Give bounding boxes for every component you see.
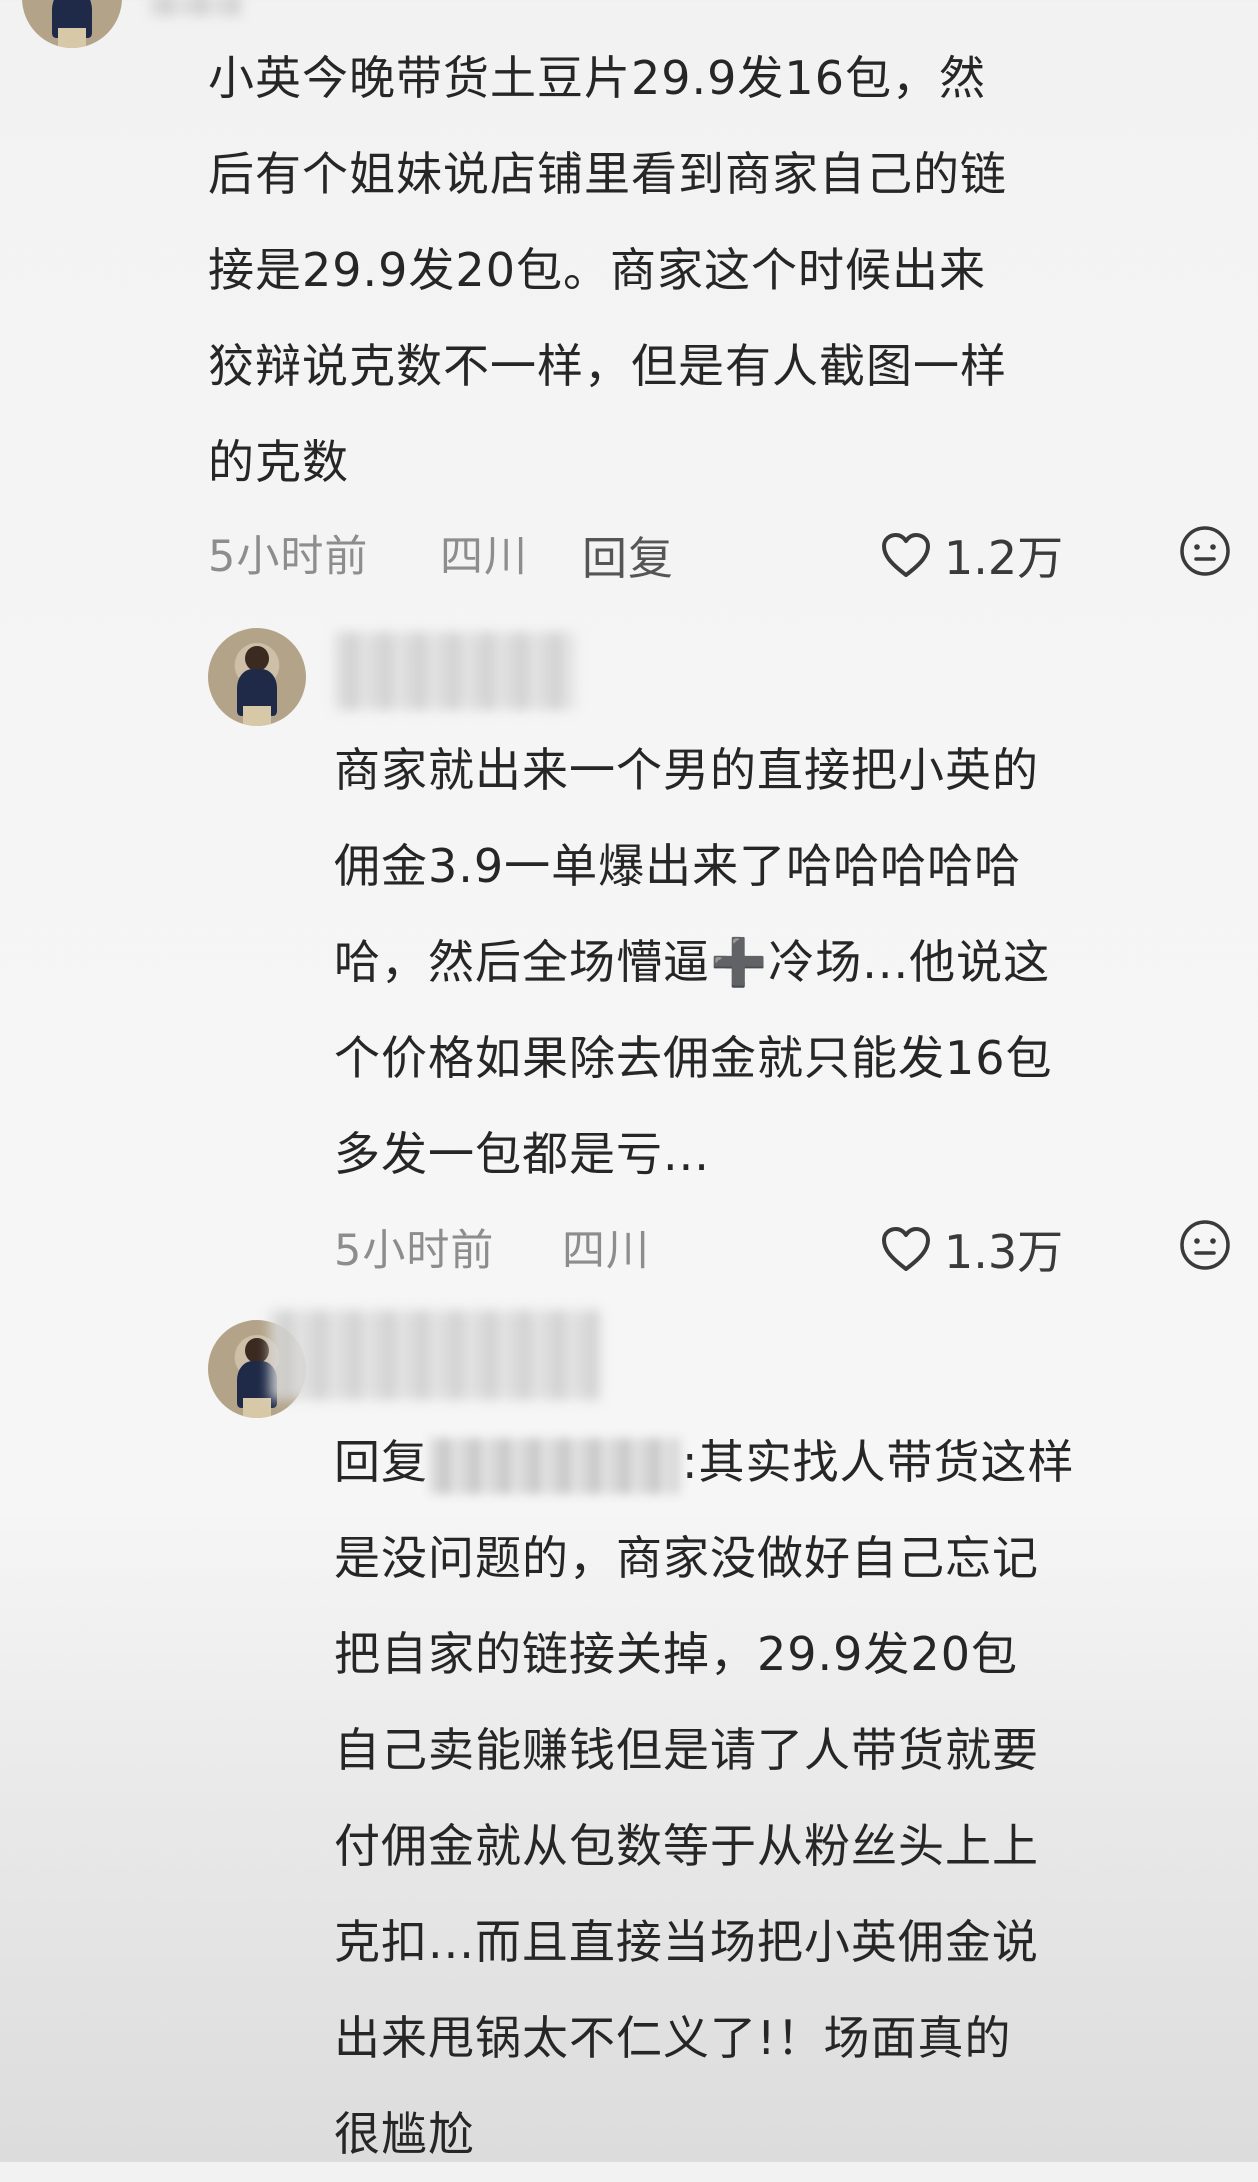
comment-location: 四川: [562, 1226, 650, 1276]
comment-text: 回复 :其实找人带货这样 是没问题的，商家没做好自己忘记 把自家的链接关掉，29.…: [334, 1414, 1075, 2182]
comment-line: 克扣...而且直接当场把小英佣金说: [334, 1915, 1039, 1969]
neutral-face-icon[interactable]: [1178, 524, 1232, 578]
like-count: 1.3万: [944, 1225, 1064, 1279]
comment-line: 出来甩锅太不仁义了!！场面真的: [334, 2011, 1012, 2065]
redacted-username: [270, 1310, 600, 1400]
like-button[interactable]: 1.3万: [880, 1216, 1063, 1282]
comment-line: 后有个姐妹说店铺里看到商家自己的链: [208, 147, 1007, 201]
reply-text: :其实找人带货这样: [682, 1435, 1075, 1489]
comment-line: 多发一包都是亏...: [334, 1127, 710, 1181]
comment-time: 5小时前: [208, 532, 369, 582]
comment-location: 四川: [440, 532, 528, 582]
like-count: 1.2万: [944, 531, 1064, 585]
comment-line: 哈，然后全场懵逼➕冷场...他说这: [334, 935, 1051, 989]
comment-line: 回复 :其实找人带货这样: [334, 1414, 1075, 1510]
heart-outline-icon: [882, 533, 930, 577]
comment-line: 接是29.9发20包。商家这个时候出来: [208, 243, 986, 297]
comment-line: 把自家的链接关掉，29.9发20包: [334, 1627, 1018, 1681]
comment-line: 商家就出来一个男的直接把小英的: [334, 743, 1039, 797]
avatar[interactable]: [22, 0, 122, 48]
comment-line: 是没问题的，商家没做好自己忘记: [334, 1531, 1039, 1585]
comment-line: 佣金3.9一单爆出来了哈哈哈哈哈: [334, 839, 1022, 893]
neutral-face-icon[interactable]: [1178, 1218, 1232, 1272]
avatar[interactable]: [208, 628, 306, 726]
reply-prefix: 回复: [334, 1435, 428, 1489]
comment-line: 小英今晚带货土豆片29.9发16包，然: [208, 51, 986, 105]
comment-line: 狡辩说克数不一样，但是有人截图一样: [208, 339, 1007, 393]
comment-line: 很尴尬: [334, 2107, 475, 2161]
like-button[interactable]: 1.2万: [880, 522, 1063, 588]
comment-line: 自己卖能赚钱但是请了人带货就要: [334, 1723, 1039, 1777]
comment-text: 小英今晚带货土豆片29.9发16包，然 后有个姐妹说店铺里看到商家自己的链 接是…: [208, 30, 1007, 510]
comment-line: 个价格如果除去佣金就只能发16包: [334, 1031, 1053, 1085]
redacted-username: [335, 632, 575, 710]
comment-time: 5小时前: [334, 1226, 495, 1276]
redacted-mention: [430, 1437, 680, 1494]
reply-button[interactable]: 回复: [582, 522, 674, 587]
comment-line: 的克数: [208, 435, 349, 489]
comment-line: 付佣金就从包数等于从粉丝头上上: [334, 1819, 1039, 1873]
redacted-username: [150, 0, 240, 16]
comment-text: 商家就出来一个男的直接把小英的 佣金3.9一单爆出来了哈哈哈哈哈 哈，然后全场懵…: [334, 722, 1053, 1202]
heart-outline-icon: [882, 1227, 930, 1271]
